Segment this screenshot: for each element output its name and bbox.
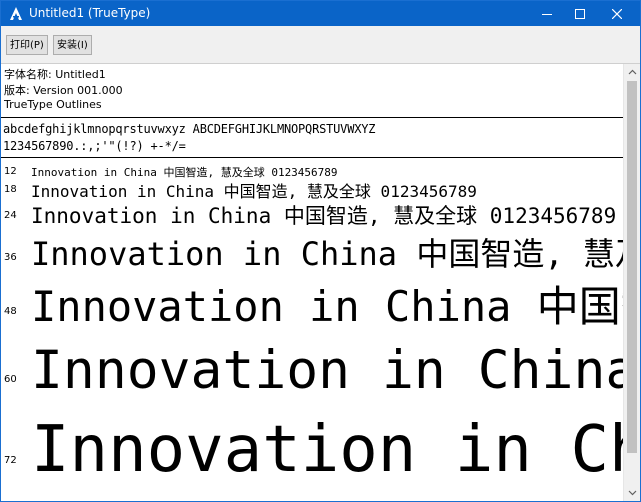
divider [1, 117, 623, 118]
sample-text-36: Innovation in China 中国智造, 慧及全球 012345678… [31, 235, 623, 273]
close-icon [611, 8, 622, 19]
font-viewer-window: Untitled1 (TrueType) 打印(P) 安装(I) 字体名称: U… [0, 0, 641, 502]
sample-text-48: Innovation in China 中国智造, 慧及全球 012345678… [31, 282, 623, 331]
sample-size-label: 12 [4, 166, 17, 177]
window-title: Untitled1 (TrueType) [29, 6, 151, 20]
title-bar[interactable]: Untitled1 (TrueType) [1, 1, 640, 26]
maximize-icon [574, 8, 585, 19]
scroll-down-icon[interactable] [628, 488, 637, 497]
install-button[interactable]: 安装(I) [53, 35, 92, 55]
divider [1, 157, 623, 158]
sample-size-label: 48 [4, 306, 17, 317]
toolbar: 打印(P) 安装(I) [1, 26, 640, 64]
maximize-button[interactable] [561, 1, 598, 26]
font-version-label: 版本: Version 001.000 [4, 84, 123, 97]
close-button[interactable] [598, 1, 635, 26]
font-app-icon [10, 7, 22, 20]
sample-text-18: Innovation in China 中国智造, 慧及全球 012345678… [31, 182, 477, 201]
sample-size-label: 24 [4, 210, 17, 221]
sample-text-60: Innovation in China 中国智造, 慧及全球 012345678… [31, 340, 623, 401]
charset-lowercase-uppercase: abcdefghijklmnopqrstuvwxyz ABCDEFGHIJKLM… [3, 122, 376, 136]
charset-digits-symbols: 1234567890.:,;'"(!?) +-*/= [3, 139, 186, 153]
sample-text-24: Innovation in China 中国智造, 慧及全球 012345678… [31, 204, 617, 228]
sample-size-label: 72 [4, 455, 17, 466]
font-preview-area: 字体名称: Untitled1 版本: Version 001.000 True… [1, 64, 623, 501]
minimize-icon [541, 13, 552, 15]
font-outline-label: TrueType Outlines [4, 98, 102, 111]
sample-size-label: 36 [4, 252, 17, 263]
sample-size-label: 60 [4, 374, 17, 385]
scroll-up-icon[interactable] [628, 68, 637, 77]
vertical-scrollbar[interactable] [623, 64, 640, 501]
minimize-button[interactable] [528, 1, 565, 26]
print-button[interactable]: 打印(P) [6, 35, 48, 55]
font-name-label: 字体名称: Untitled1 [4, 68, 106, 81]
sample-text-72: Innovation in China 中国智造, 慧及全球 012345678… [31, 413, 623, 487]
sample-size-label: 18 [4, 184, 17, 195]
scrollbar-thumb[interactable] [627, 81, 637, 453]
